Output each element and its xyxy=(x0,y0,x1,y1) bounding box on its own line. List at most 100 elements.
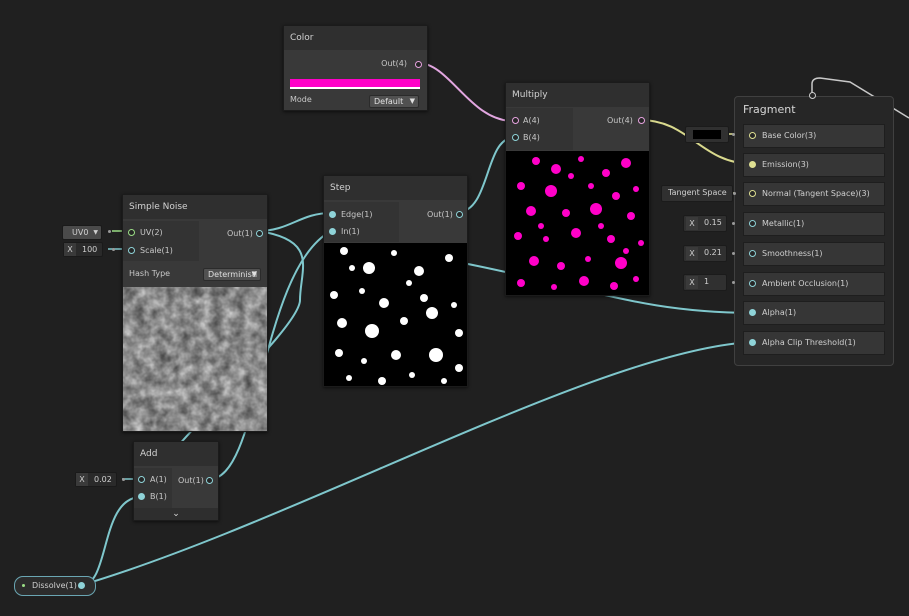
ao-value: 1 xyxy=(704,277,710,286)
normal-space-field[interactable]: Tangent Space xyxy=(661,185,733,202)
step-edge-port[interactable] xyxy=(329,211,336,218)
noise-hash-label: Hash Type xyxy=(129,269,171,278)
normal-port[interactable] xyxy=(749,190,756,197)
add-a-port[interactable] xyxy=(138,476,145,483)
ao-x-label: X xyxy=(686,276,698,289)
metallic-field[interactable]: X 0.15 xyxy=(683,215,727,232)
noise-hash-dropdown[interactable]: Deterministi ▼ xyxy=(203,268,261,281)
add-node[interactable]: Add A(1) B(1) Out(1) ⌄ xyxy=(133,441,219,521)
dissolve-property-node[interactable]: Dissolve(1) xyxy=(14,576,96,596)
scale-connector-dot xyxy=(112,248,115,251)
color-node-title: Color xyxy=(284,26,427,50)
step-preview xyxy=(324,243,467,386)
normal-dot xyxy=(733,192,736,195)
metallic-dot xyxy=(732,222,735,225)
emission-port[interactable] xyxy=(749,161,756,168)
step-out-port[interactable] xyxy=(456,211,463,218)
simple-noise-title: Simple Noise xyxy=(123,195,267,219)
add-out-label: Out(1) xyxy=(178,476,204,485)
noise-hash-value: Deterministi xyxy=(208,270,258,279)
wire-color-to-multiply-a xyxy=(417,62,514,122)
noise-scale-port[interactable] xyxy=(128,247,135,254)
dissolve-out-port[interactable] xyxy=(78,582,85,589)
noise-out-label: Out(1) xyxy=(227,229,253,238)
ao-port[interactable] xyxy=(749,280,756,287)
smoothness-field[interactable]: X 0.21 xyxy=(683,245,727,262)
block-normal[interactable]: Normal (Tangent Space)(3) xyxy=(743,182,885,206)
step-in-label: In(1) xyxy=(341,227,360,236)
ao-dot xyxy=(732,281,735,284)
block-emission[interactable]: Emission(3) xyxy=(743,153,885,177)
multiply-node[interactable]: Multiply A(4) B(4) Out(4) xyxy=(505,82,650,296)
base-color-field[interactable] xyxy=(685,126,729,143)
scale-value: 100 xyxy=(82,245,98,254)
metallic-label: Metallic(1) xyxy=(762,219,805,228)
chevron-down-icon: ▼ xyxy=(93,229,98,236)
uv-channel-field[interactable]: UV0 ▼ xyxy=(62,225,102,240)
smoothness-dot xyxy=(732,252,735,255)
add-a-field[interactable]: X 0.02 xyxy=(75,472,117,487)
chevron-down-icon: ▼ xyxy=(251,270,257,278)
noise-scale-label: Scale(1) xyxy=(140,246,173,255)
uv-connector-dot xyxy=(108,230,111,233)
color-mode-dropdown[interactable]: Default ▼ xyxy=(369,95,419,108)
noise-preview xyxy=(123,287,267,431)
vertex-connector-port xyxy=(809,92,816,99)
add-out-port[interactable] xyxy=(206,477,213,484)
block-smoothness[interactable]: Smoothness(1) xyxy=(743,242,885,266)
step-in-port[interactable] xyxy=(329,228,336,235)
ao-field[interactable]: X 1 xyxy=(683,274,727,291)
simple-noise-node[interactable]: Simple Noise UV(2) Scale(1) Out(1) Hash … xyxy=(122,194,268,432)
multiply-a-label: A(4) xyxy=(523,116,540,125)
smoothness-port[interactable] xyxy=(749,250,756,257)
block-alpha[interactable]: Alpha(1) xyxy=(743,301,885,325)
base-color-swatch[interactable] xyxy=(693,130,721,139)
uv-channel-value: UV0 xyxy=(72,228,89,237)
ao-label: Ambient Occlusion(1) xyxy=(762,279,849,288)
block-metallic[interactable]: Metallic(1) xyxy=(743,212,885,236)
multiply-b-port[interactable] xyxy=(512,134,519,141)
fragment-stack[interactable]: Fragment Base Color(3) Emission(3) Norma… xyxy=(734,96,894,366)
add-b-label: B(1) xyxy=(150,492,167,501)
alpha-clip-label: Alpha Clip Threshold(1) xyxy=(762,338,856,347)
fragment-title: Fragment xyxy=(743,103,796,116)
color-out-port[interactable] xyxy=(415,61,422,68)
emission-label: Emission(3) xyxy=(762,160,809,169)
smoothness-label: Smoothness(1) xyxy=(762,249,823,258)
color-swatch-alpha xyxy=(290,87,420,89)
scale-x-label: X xyxy=(64,243,76,256)
normal-space-value: Tangent Space xyxy=(668,188,727,197)
step-node[interactable]: Step Edge(1) In(1) Out(1) xyxy=(323,175,468,387)
wire-noise-to-step-edge xyxy=(257,212,332,232)
metallic-x-label: X xyxy=(686,217,698,230)
noise-uv-port[interactable] xyxy=(128,229,135,236)
chevron-down-icon[interactable]: ⌄ xyxy=(134,508,218,520)
smoothness-x-label: X xyxy=(686,247,698,260)
multiply-out-port[interactable] xyxy=(638,117,645,124)
step-node-title: Step xyxy=(324,176,467,200)
multiply-out-label: Out(4) xyxy=(607,116,633,125)
add-node-title: Add xyxy=(134,442,218,466)
multiply-preview xyxy=(506,151,649,295)
color-node[interactable]: Color Out(4) Mode Default ▼ xyxy=(283,25,428,111)
smoothness-value: 0.21 xyxy=(704,248,722,257)
chevron-down-icon: ▼ xyxy=(409,97,415,105)
metallic-port[interactable] xyxy=(749,220,756,227)
base-color-dot xyxy=(732,133,735,136)
block-base-color[interactable]: Base Color(3) xyxy=(743,124,885,148)
multiply-node-title: Multiply xyxy=(506,83,649,107)
scale-field[interactable]: X 100 xyxy=(63,242,103,257)
multiply-b-label: B(4) xyxy=(523,133,540,142)
block-ambient-occlusion[interactable]: Ambient Occlusion(1) xyxy=(743,272,885,296)
color-swatch[interactable] xyxy=(290,79,420,87)
base-color-port[interactable] xyxy=(749,132,756,139)
noise-out-port[interactable] xyxy=(256,230,263,237)
alpha-clip-port[interactable] xyxy=(749,339,756,346)
multiply-a-port[interactable] xyxy=(512,117,519,124)
alpha-port[interactable] xyxy=(749,309,756,316)
add-a-connector-dot xyxy=(122,478,125,481)
base-color-label: Base Color(3) xyxy=(762,131,817,140)
add-b-port[interactable] xyxy=(138,493,145,500)
noise-uv-label: UV(2) xyxy=(140,228,163,237)
block-alpha-clip[interactable]: Alpha Clip Threshold(1) xyxy=(743,331,885,355)
